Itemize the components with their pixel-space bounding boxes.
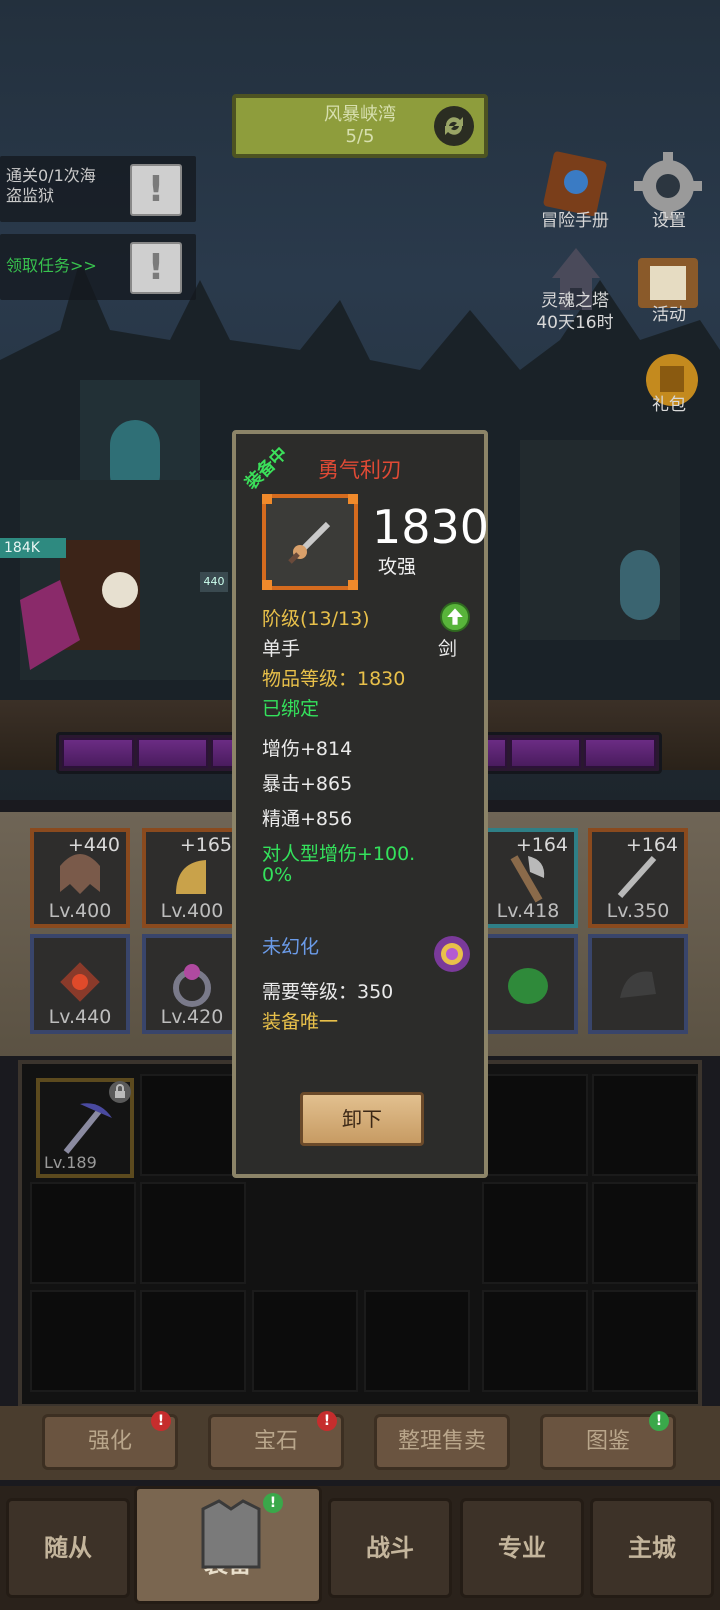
tab-profession-label: 专业 bbox=[498, 1534, 546, 1562]
zone-banner[interactable]: 风暴峡湾 5/5 bbox=[232, 94, 488, 158]
unique-equip: 装备唯一 bbox=[262, 1011, 339, 1033]
equip-slot-trinket[interactable] bbox=[478, 934, 578, 1034]
green-stone-icon bbox=[508, 968, 548, 1004]
settings-label: 设置 bbox=[652, 211, 686, 231]
exclamation-icon: ! bbox=[130, 242, 182, 294]
inventory-item-pickaxe[interactable]: Lv.189 bbox=[36, 1078, 134, 1178]
tab-equipment[interactable]: 装备 ! bbox=[134, 1486, 322, 1604]
item-level: Lv.350 bbox=[606, 900, 670, 922]
quest-pirate-prison[interactable]: 通关0/1次海 盗监狱 ! bbox=[0, 156, 196, 222]
tab-battle-label: 战斗 bbox=[366, 1534, 414, 1562]
alert-badge-icon: ! bbox=[151, 1411, 171, 1431]
power-label: 攻强 bbox=[378, 556, 417, 578]
equip-slot-ring[interactable]: Lv.420 bbox=[142, 934, 242, 1034]
alert-badge-icon: ! bbox=[649, 1411, 669, 1431]
quest-accept[interactable]: 领取任务>> ! bbox=[0, 234, 196, 300]
alert-badge-icon: ! bbox=[317, 1411, 337, 1431]
codex-label: 图鉴 bbox=[585, 1429, 630, 1454]
tab-followers-label: 随从 bbox=[44, 1534, 92, 1562]
enhance-level: +440 bbox=[67, 834, 120, 856]
chest-armor-icon bbox=[201, 1499, 261, 1569]
required-level: 需要等级：350 bbox=[262, 981, 394, 1003]
gem-label: 宝石 bbox=[253, 1429, 298, 1454]
tab-followers[interactable]: 随从 bbox=[6, 1498, 130, 1598]
unequip-button[interactable]: 卸下 bbox=[300, 1092, 424, 1146]
item-name: 勇气利刃 bbox=[318, 458, 402, 482]
item-tooltip-popup: 装备中 勇气利刃 1830 攻强 阶级(13/13) 单手 剑 物品等级：183… bbox=[232, 430, 490, 1178]
equip-slot-empty[interactable] bbox=[588, 934, 688, 1034]
equip-slot-weapon[interactable]: +164 Lv.350 bbox=[588, 828, 688, 928]
boot-placeholder-icon bbox=[620, 971, 656, 998]
stat-mastery: 精通+856 bbox=[262, 808, 353, 830]
item-weapon-type: 剑 bbox=[438, 638, 458, 660]
item-hand-type: 单手 bbox=[262, 638, 301, 660]
item-tier: 阶级(13/13) bbox=[262, 608, 370, 630]
item-level: Lv.440 bbox=[48, 1006, 112, 1028]
equip-slot-shoulder[interactable]: +165 Lv.400 bbox=[142, 828, 242, 928]
item-level: Lv.400 bbox=[160, 900, 224, 922]
enhance-level: +165 bbox=[179, 834, 232, 856]
item-power: 1830 bbox=[372, 500, 490, 554]
tab-main-city[interactable]: 主城 bbox=[590, 1498, 714, 1598]
stat-crit: 暴击+865 bbox=[262, 773, 353, 795]
enhance-button[interactable]: 强化 ! bbox=[42, 1411, 178, 1470]
gift-label: 礼包 bbox=[652, 395, 686, 415]
game-screen: 184K 440 风暴峡湾 5/5 通关0/1次海 盗监狱 ! 领取任务>> !… bbox=[0, 0, 720, 1610]
tab-profession[interactable]: 专业 bbox=[460, 1498, 584, 1598]
quest-text-line1: 通关0/1次海 bbox=[6, 166, 96, 185]
refresh-icon[interactable] bbox=[432, 104, 476, 148]
activity-label: 活动 bbox=[652, 305, 686, 325]
item-bound-status: 已绑定 bbox=[262, 698, 320, 720]
quest-text-line2: 盗监狱 bbox=[6, 186, 55, 205]
level-badge: 440 bbox=[200, 572, 228, 592]
codex-button[interactable]: 图鉴 ! bbox=[540, 1411, 676, 1470]
item-level: Lv.189 bbox=[44, 1153, 97, 1172]
bottom-tab-bar: 随从 装备 ! 战斗 专业 主城 bbox=[0, 1486, 720, 1610]
stat-special-line2: 0% bbox=[262, 864, 293, 886]
item-level: Lv.400 bbox=[48, 900, 112, 922]
sword-icon bbox=[288, 521, 331, 564]
stat-special-line1: 对人型增伤+100. bbox=[262, 843, 416, 865]
alert-badge-icon: ! bbox=[263, 1493, 283, 1513]
action-buttons-bar: 强化 ! 宝石 ! 整理售卖 图鉴 ! bbox=[0, 1406, 720, 1480]
hp-badge: 184K bbox=[0, 538, 66, 558]
enhance-label: 强化 bbox=[87, 1429, 132, 1454]
exclamation-icon: ! bbox=[130, 164, 182, 216]
stat-damage: 增伤+814 bbox=[262, 738, 353, 760]
quest-accept-text: 领取任务>> bbox=[6, 256, 97, 275]
equip-slot-amulet[interactable]: Lv.440 bbox=[30, 934, 130, 1034]
upgrade-arrow-icon[interactable] bbox=[440, 602, 470, 632]
item-icon-frame bbox=[262, 494, 358, 590]
lock-icon bbox=[109, 1081, 131, 1103]
illusion-orb-icon[interactable] bbox=[430, 932, 474, 976]
item-level: Lv.418 bbox=[496, 900, 560, 922]
gem-button[interactable]: 宝石 ! bbox=[208, 1411, 344, 1470]
enhance-level: +164 bbox=[625, 834, 678, 856]
illusion-status: 未幻化 bbox=[262, 936, 320, 958]
sort-sell-button[interactable]: 整理售卖 bbox=[374, 1414, 510, 1470]
enhance-level: +164 bbox=[515, 834, 568, 856]
item-level: Lv.420 bbox=[160, 1006, 224, 1028]
sort-sell-label: 整理售卖 bbox=[397, 1429, 486, 1454]
equip-slot-helmet[interactable]: +440 Lv.400 bbox=[30, 828, 130, 928]
equip-slot-offhand[interactable]: +164 Lv.418 bbox=[478, 828, 578, 928]
tab-main-city-label: 主城 bbox=[628, 1534, 676, 1562]
item-level-text: 物品等级：1830 bbox=[262, 668, 406, 690]
tab-battle[interactable]: 战斗 bbox=[328, 1498, 452, 1598]
